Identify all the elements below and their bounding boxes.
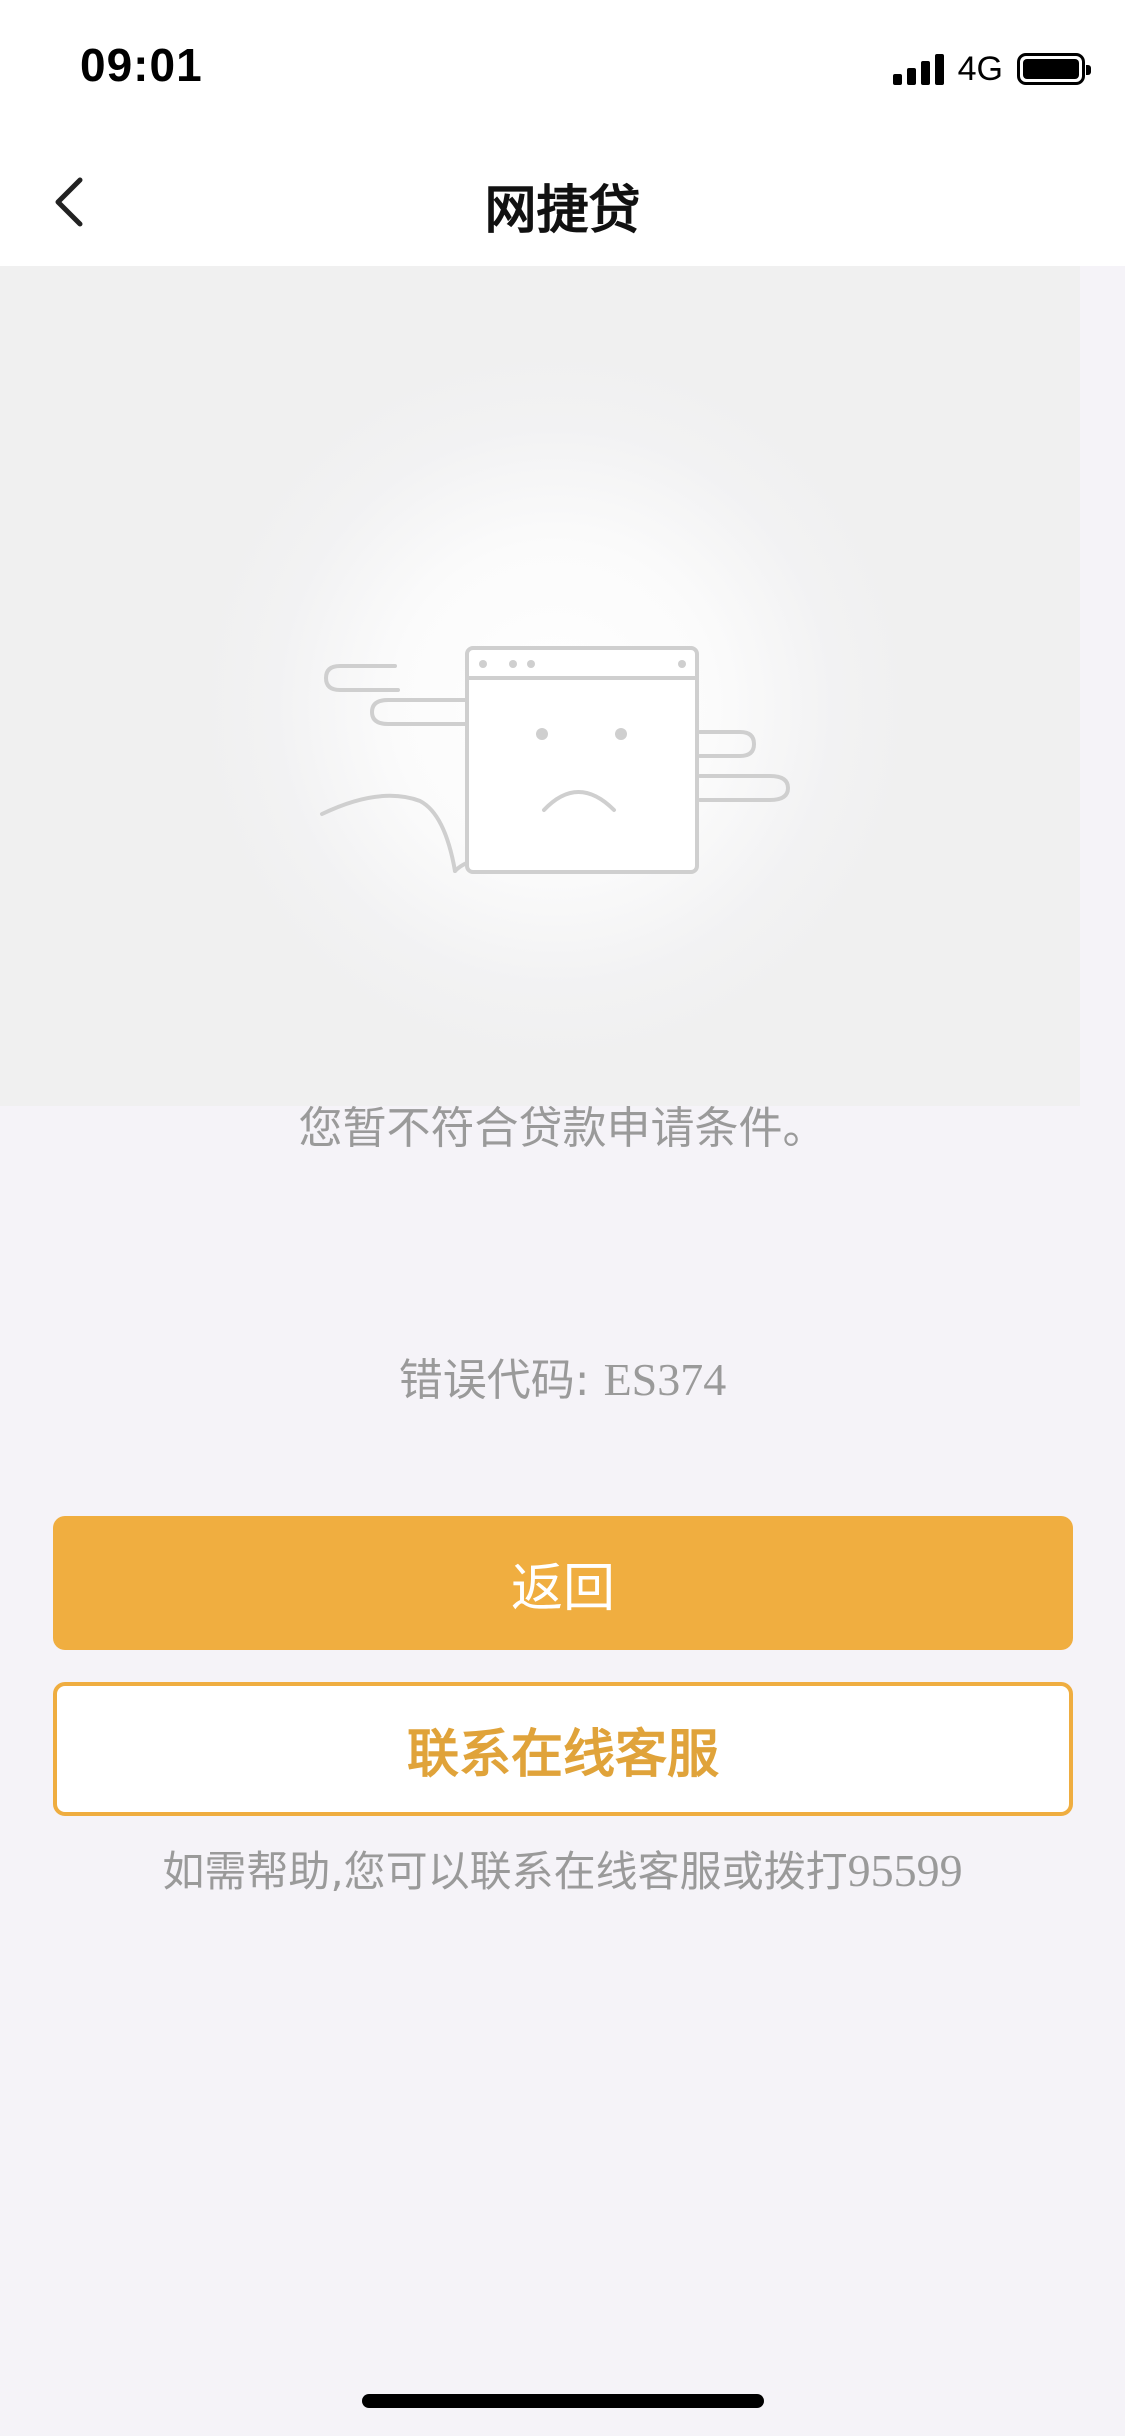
help-phone-number: 95599 — [847, 1845, 963, 1896]
help-text: 如需帮助,您可以联系在线客服或拨打95599 — [0, 1838, 1125, 1899]
error-code-value: ES374 — [603, 1354, 727, 1405]
error-code-line: 错误代码: ES374 — [0, 1344, 1125, 1408]
back-action-button[interactable]: 返回 — [53, 1516, 1073, 1650]
ineligible-message: 您暂不符合贷款申请条件。 — [298, 1103, 827, 1154]
signal-strength-icon — [892, 53, 944, 85]
page-title: 网捷贷 — [484, 181, 641, 241]
status-bar: 09:01 4G — [0, 0, 1125, 140]
battery-icon — [1017, 53, 1091, 85]
network-type: 4G — [957, 49, 1003, 88]
screen: 09:01 4G 网捷贷 您暂不符合贷款申请条件。 错误代码: ES374 返回… — [0, 0, 1125, 2436]
sad-browser-window-icon — [320, 646, 790, 874]
contact-support-button[interactable]: 联系在线客服 — [53, 1682, 1073, 1816]
error-code-label: 错误代码: — [398, 1355, 590, 1406]
status-time: 09:01 — [80, 39, 203, 91]
home-indicator[interactable] — [362, 2394, 764, 2408]
status-indicators: 4G — [892, 48, 1091, 90]
navigation-bar: 网捷贷 — [0, 140, 1125, 266]
back-action-label: 返回 — [510, 1558, 615, 1619]
empty-state-illustration — [0, 266, 1080, 1106]
contact-support-label: 联系在线客服 — [406, 1724, 719, 1785]
help-text-body: 如需帮助,您可以联系在线客服或拨打 — [162, 1847, 848, 1896]
